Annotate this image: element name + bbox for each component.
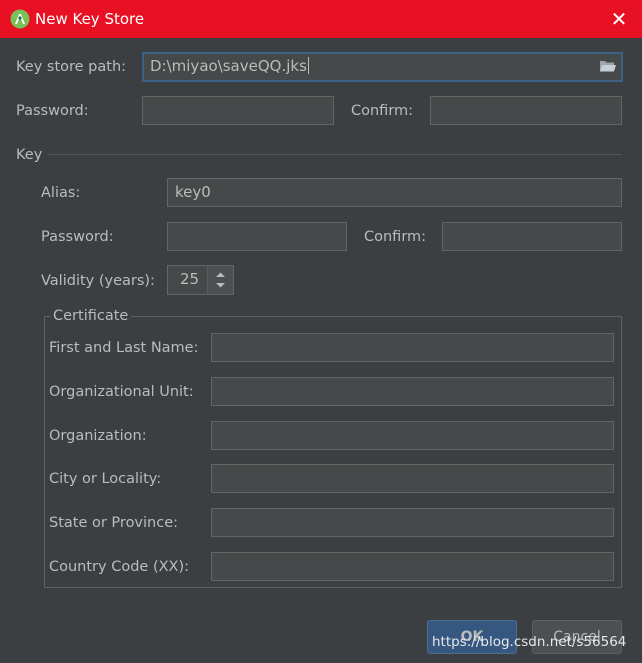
window-title: New Key Store — [35, 10, 145, 28]
title-bar: New Key Store ✕ — [0, 0, 642, 38]
organizational-unit-field[interactable] — [211, 377, 614, 406]
state-province-label: State or Province: — [49, 515, 179, 531]
city-locality-field[interactable] — [211, 464, 614, 493]
keystore-password-label: Password: — [16, 103, 89, 119]
first-last-name-label: First and Last Name: — [49, 340, 199, 356]
organizational-unit-label: Organizational Unit: — [49, 384, 194, 400]
country-code-field[interactable] — [211, 552, 614, 581]
country-code-label: Country Code (XX): — [49, 559, 190, 575]
state-province-field[interactable] — [211, 508, 614, 537]
validity-spinner[interactable] — [207, 265, 234, 295]
watermark-text: https://blog.csdn.net/s56564 — [432, 634, 627, 650]
keystore-confirm-label: Confirm: — [351, 103, 414, 119]
validity-label: Validity (years): — [41, 273, 155, 289]
key-section-label: Key — [16, 147, 43, 163]
text-caret — [307, 57, 309, 74]
certificate-title: Certificate — [50, 307, 132, 325]
first-last-name-field[interactable] — [211, 333, 614, 362]
key-section-divider — [48, 154, 622, 155]
key-store-path-field[interactable]: D:\miyao\saveQQ.jks — [142, 52, 623, 82]
key-store-path-label: Key store path: — [16, 59, 127, 75]
keystore-password-field[interactable] — [142, 96, 334, 125]
folder-icon[interactable] — [599, 59, 617, 73]
city-locality-label: City or Locality: — [49, 471, 162, 487]
spinner-arrows-icon — [216, 272, 225, 288]
key-password-field[interactable] — [167, 222, 347, 251]
organization-field[interactable] — [211, 421, 614, 450]
key-confirm-field[interactable] — [442, 222, 622, 251]
keystore-confirm-field[interactable] — [430, 96, 622, 125]
organization-label: Organization: — [49, 428, 147, 444]
key-password-label: Password: — [41, 229, 114, 245]
close-button[interactable]: ✕ — [604, 4, 634, 34]
validity-input[interactable]: 25 — [167, 265, 208, 295]
key-store-path-value: D:\miyao\saveQQ.jks — [150, 57, 307, 75]
alias-field[interactable]: key0 — [167, 178, 622, 207]
android-studio-icon — [10, 9, 30, 29]
close-icon: ✕ — [610, 7, 628, 31]
key-confirm-label: Confirm: — [364, 229, 427, 245]
alias-label: Alias: — [41, 185, 81, 201]
